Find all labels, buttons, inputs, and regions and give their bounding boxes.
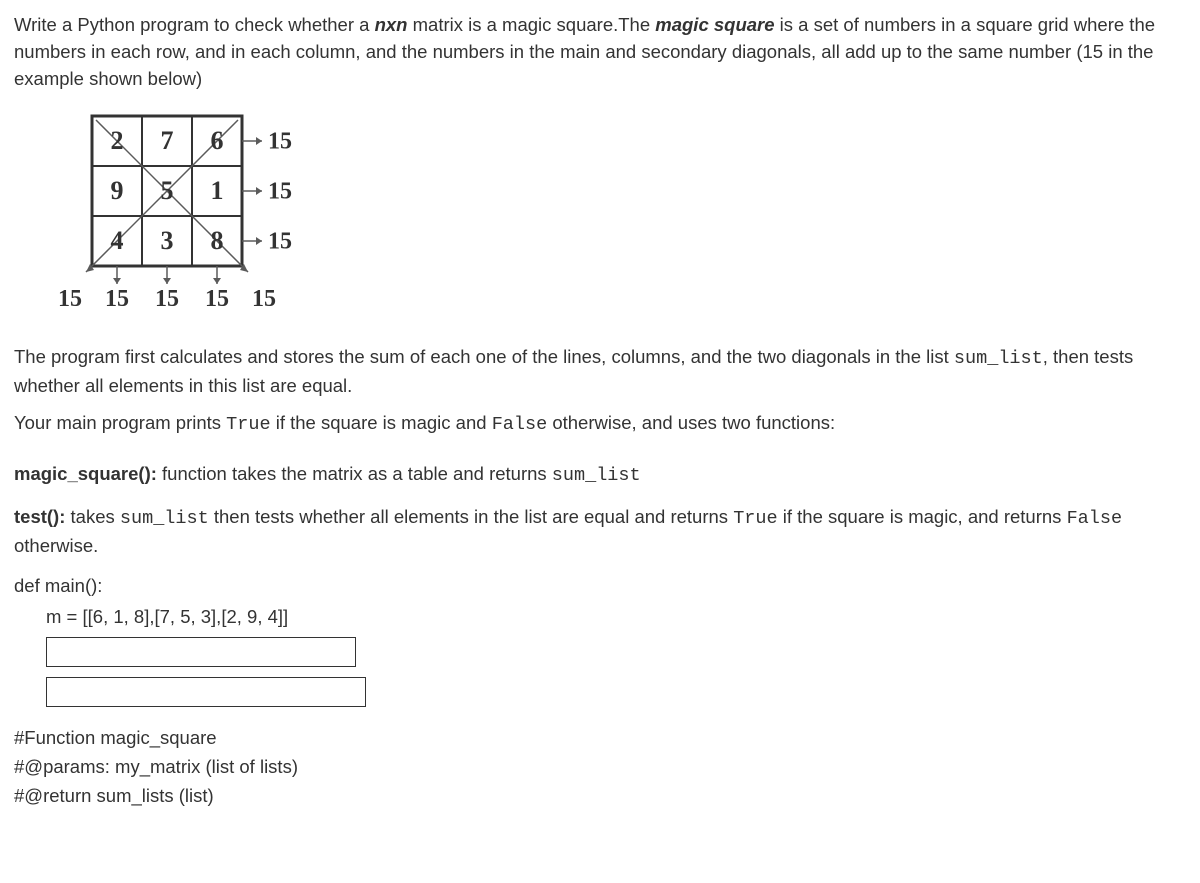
cell-2-0: 4	[111, 226, 124, 255]
intro-nxn: nxn	[375, 14, 408, 35]
intro-paragraph: Write a Python program to check whether …	[14, 12, 1186, 92]
magic-square-diagram: 2 7 6 9 5 1 4 3 8 15 15 15 15 15 15 15 1…	[52, 106, 1186, 326]
code-sum-list-1: sum_list	[954, 348, 1043, 369]
cell-1-0: 9	[111, 176, 124, 205]
diag-sum-right: 15	[252, 286, 276, 312]
cell-1-1: 5	[161, 176, 174, 205]
code-sum-list-2: sum_list	[552, 465, 641, 486]
cell-1-2: 1	[211, 176, 224, 205]
cell-0-1: 7	[161, 126, 174, 155]
diag-sum-left: 15	[58, 286, 82, 312]
row-sum-1: 15	[268, 179, 292, 205]
code-m-assign: m = [[6, 1, 8],[7, 5, 3],[2, 9, 4]]	[46, 604, 1186, 631]
blank-input-1[interactable]	[46, 637, 356, 667]
cell-0-2: 6	[211, 126, 224, 155]
code-false-2: False	[1067, 508, 1123, 529]
cell-2-2: 8	[211, 226, 224, 255]
row-sum-2: 15	[268, 229, 292, 255]
func-test-desc: test(): takes sum_list then tests whethe…	[14, 504, 1186, 560]
blank-input-2[interactable]	[46, 677, 366, 707]
cell-0-0: 2	[111, 126, 124, 155]
func-test-name: test():	[14, 506, 65, 527]
comment-3: #@return sum_lists (list)	[14, 783, 1186, 810]
row-sum-0: 15	[268, 129, 292, 155]
func-magic-square-desc: magic_square(): function takes the matri…	[14, 461, 1186, 490]
comment-1: #Function magic_square	[14, 725, 1186, 752]
intro-text-2: matrix is a magic square.The	[407, 14, 655, 35]
paragraph-main-program: Your main program prints True if the squ…	[14, 410, 1186, 439]
code-sum-list-3: sum_list	[120, 508, 209, 529]
col-sum-2: 15	[205, 286, 229, 312]
func-magic-square-name: magic_square():	[14, 463, 157, 484]
intro-text-1: Write a Python program to check whether …	[14, 14, 375, 35]
code-true-2: True	[733, 508, 777, 529]
code-true-1: True	[226, 414, 270, 435]
col-sum-0: 15	[105, 286, 129, 312]
code-false-1: False	[492, 414, 548, 435]
comment-2: #@params: my_matrix (list of lists)	[14, 754, 1186, 781]
cell-2-1: 3	[161, 226, 174, 255]
comment-block: #Function magic_square #@params: my_matr…	[14, 725, 1186, 809]
intro-magic-square: magic square	[655, 14, 774, 35]
col-sum-1: 15	[155, 286, 179, 312]
paragraph-sum-list: The program first calculates and stores …	[14, 344, 1186, 400]
code-def-main: def main():	[14, 573, 1186, 600]
